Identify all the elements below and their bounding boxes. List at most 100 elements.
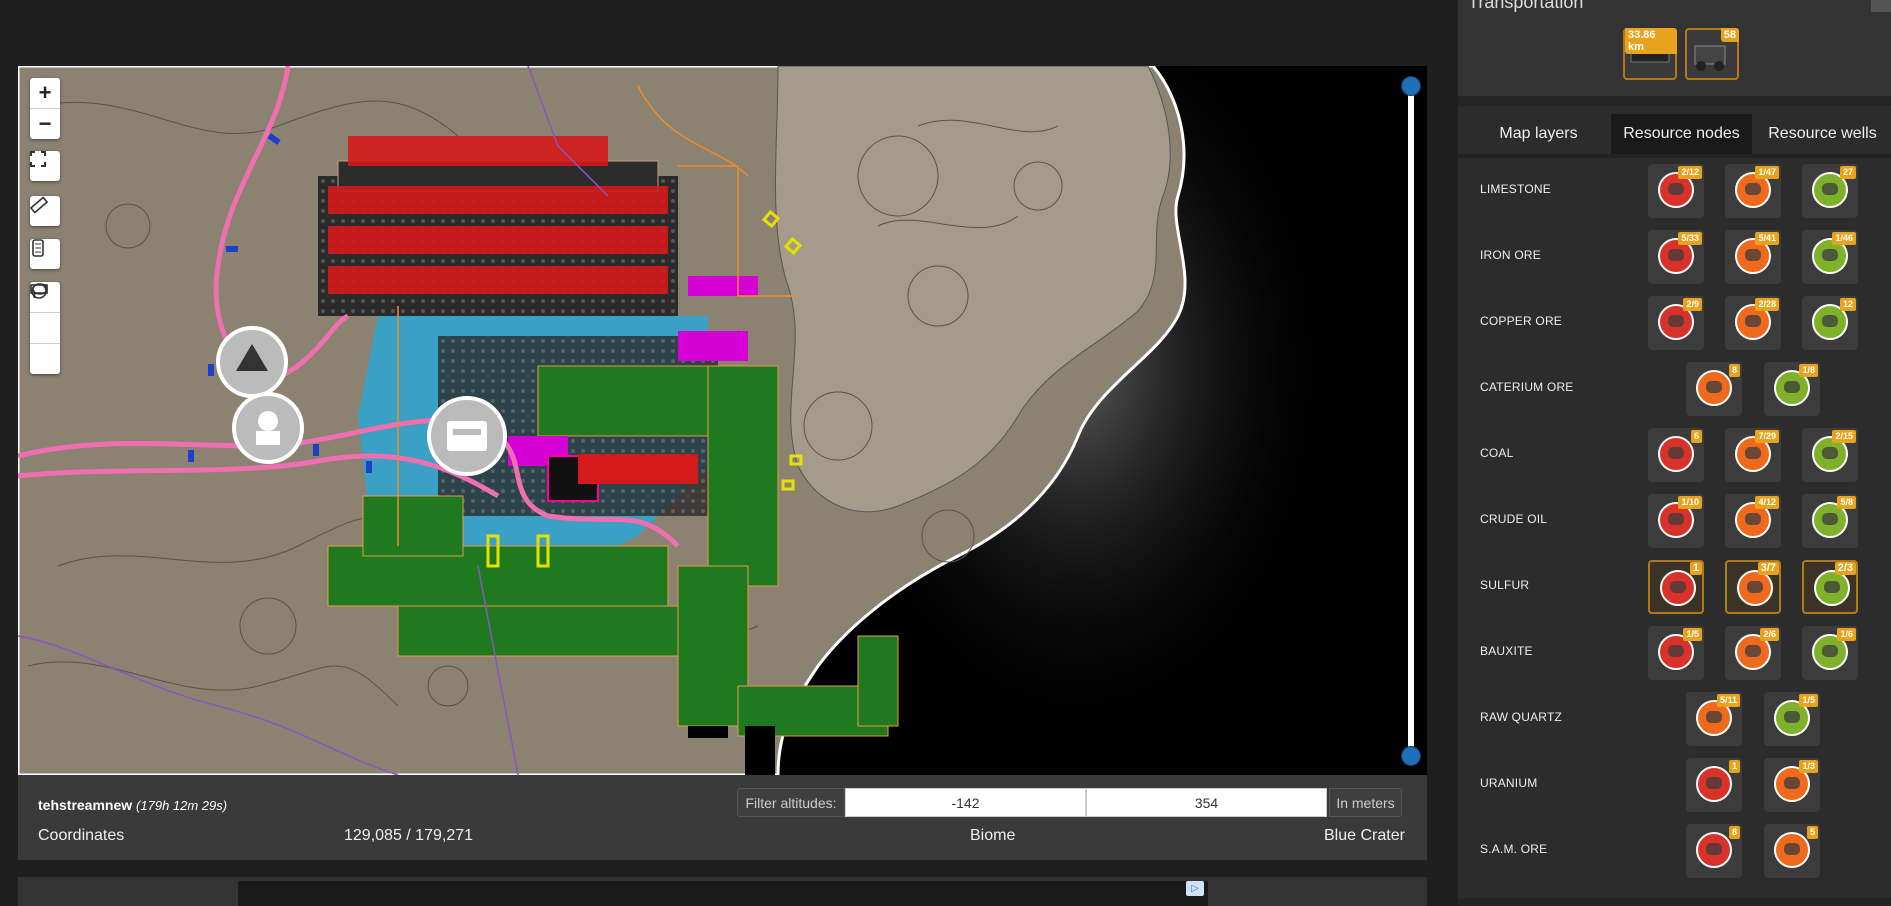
resource-node-toggle[interactable]: 6 bbox=[1648, 428, 1704, 482]
resource-node-toggle[interactable]: 1/47 bbox=[1725, 164, 1781, 218]
resource-node-toggle[interactable]: 27 bbox=[1802, 164, 1858, 218]
resource-node-toggle[interactable]: 8 bbox=[1686, 362, 1742, 416]
gear-icon[interactable] bbox=[1871, 0, 1891, 12]
vehicle-toggle[interactable]: 58 bbox=[1685, 28, 1739, 80]
ore-chunk-icon bbox=[1668, 447, 1684, 459]
node-count-badge: 1 bbox=[1728, 760, 1740, 773]
altitude-max-input[interactable] bbox=[1086, 788, 1327, 817]
node-count-badge: 3/7 bbox=[1757, 562, 1779, 575]
resource-node-toggle[interactable]: 1/5 bbox=[1764, 692, 1820, 746]
resource-row: COPPER ORE 2/9 2/28 12 bbox=[1458, 290, 1891, 356]
fullscreen-icon[interactable] bbox=[30, 151, 60, 181]
resource-node-toggle[interactable]: 2/12 bbox=[1648, 164, 1704, 218]
fullscreen-control bbox=[30, 151, 60, 181]
biome-value: Blue Crater bbox=[1324, 827, 1405, 844]
node-count-badge: 2/9 bbox=[1683, 298, 1702, 311]
resource-node-toggle[interactable]: 1/46 bbox=[1802, 230, 1858, 284]
circle-icon[interactable] bbox=[30, 283, 60, 374]
rectangle-icon[interactable] bbox=[30, 284, 60, 343]
zoom-out-button[interactable]: − bbox=[30, 108, 60, 139]
ore-chunk-icon bbox=[1668, 183, 1684, 195]
altitude-max-handle[interactable] bbox=[1401, 76, 1421, 96]
ore-icon bbox=[1696, 370, 1732, 406]
resource-row: SULFUR 1 3/7 2/3 bbox=[1458, 554, 1891, 620]
resource-node-toggle[interactable]: 2/28 bbox=[1725, 296, 1781, 350]
resource-node-toggle[interactable]: 7/29 bbox=[1725, 428, 1781, 482]
resource-node-toggle[interactable]: 3/7 bbox=[1725, 560, 1781, 614]
resource-row: CATERIUM ORE 8 1/8 bbox=[1458, 356, 1891, 422]
pioneer-marker[interactable] bbox=[232, 392, 304, 464]
belt-toggle[interactable]: 33.86 km bbox=[1623, 28, 1677, 80]
transportation-title: Transportation bbox=[1468, 0, 1584, 12]
resource-node-toggle[interactable]: 5/8 bbox=[1802, 494, 1858, 548]
altitude-slider[interactable] bbox=[1401, 76, 1421, 766]
ore-icon bbox=[1696, 766, 1732, 802]
node-count-badge: 7/29 bbox=[1755, 430, 1779, 443]
ad-banner: ▷ bbox=[18, 877, 1427, 906]
resource-node-toggle[interactable]: 2/3 bbox=[1802, 560, 1858, 614]
zoom-in-button[interactable]: + bbox=[30, 78, 60, 108]
resource-nodes-list: LIMESTONE 2/12 1/47 27 IRON ORE 5/33 5/41 1/46 C… bbox=[1458, 158, 1891, 898]
resource-node-toggle[interactable]: 4/12 bbox=[1725, 494, 1781, 548]
resource-node-toggle[interactable]: 2/9 bbox=[1648, 296, 1704, 350]
tab-resource-wells[interactable]: Resource wells bbox=[1754, 114, 1891, 154]
ad-image[interactable] bbox=[238, 881, 1208, 906]
resource-node-toggle[interactable]: 12 bbox=[1802, 296, 1858, 350]
ruler-icon[interactable] bbox=[30, 196, 60, 226]
resource-node-toggle[interactable]: 2/6 bbox=[1725, 626, 1781, 680]
resource-node-toggle[interactable]: 8 bbox=[1686, 824, 1742, 878]
node-count-badge: 1/5 bbox=[1683, 628, 1702, 641]
screenshot-control bbox=[30, 239, 60, 269]
resource-node-toggle[interactable]: 1/5 bbox=[1648, 626, 1704, 680]
tab-resource-nodes[interactable]: Resource nodes bbox=[1611, 114, 1752, 154]
resource-node-toggle[interactable]: 1/6 bbox=[1802, 626, 1858, 680]
node-count-badge: 1/10 bbox=[1678, 496, 1702, 509]
resource-node-toggle[interactable]: 5/41 bbox=[1725, 230, 1781, 284]
player-marker[interactable] bbox=[216, 326, 288, 398]
altitude-min-handle[interactable] bbox=[1401, 746, 1421, 766]
node-count-badge: 2/6 bbox=[1760, 628, 1779, 641]
zoom-control: + − bbox=[30, 78, 60, 139]
resource-node-toggle[interactable]: 1 bbox=[1686, 758, 1742, 812]
node-count-badge: 5 bbox=[1806, 826, 1818, 839]
resource-node-toggle[interactable]: 1/10 bbox=[1648, 494, 1704, 548]
tab-map-layers[interactable]: Map layers bbox=[1458, 114, 1619, 154]
ore-chunk-icon bbox=[1706, 777, 1722, 789]
ore-chunk-icon bbox=[1784, 843, 1800, 855]
ore-icon bbox=[1660, 570, 1696, 606]
device-icon[interactable] bbox=[30, 239, 60, 269]
altitude-min-input[interactable] bbox=[845, 788, 1086, 817]
ore-chunk-icon bbox=[1745, 447, 1761, 459]
transportation-panel: Transportation 33.86 km 58 bbox=[1458, 0, 1891, 96]
map-viewport[interactable]: + − bbox=[18, 66, 1427, 775]
altitude-slider-track[interactable] bbox=[1408, 86, 1414, 756]
resource-node-toggle[interactable]: 5 bbox=[1764, 824, 1820, 878]
resource-node-toggle[interactable]: 1 bbox=[1648, 560, 1704, 614]
resource-node-toggle[interactable]: 1/8 bbox=[1764, 362, 1820, 416]
resource-node-toggle[interactable]: 1/3 bbox=[1764, 758, 1820, 812]
ore-chunk-icon bbox=[1745, 249, 1761, 261]
node-count-badge: 2/3 bbox=[1834, 562, 1856, 575]
node-count-badge: 1/5 bbox=[1799, 694, 1818, 707]
resource-node-toggle[interactable]: 5/11 bbox=[1686, 692, 1742, 746]
node-count-badge: 1/46 bbox=[1832, 232, 1856, 245]
ore-chunk-icon bbox=[1822, 447, 1838, 459]
container-marker[interactable] bbox=[427, 396, 507, 476]
ore-chunk-icon bbox=[1745, 183, 1761, 195]
username-text: tehstreamnew bbox=[38, 797, 133, 813]
resource-node-toggle[interactable]: 5/33 bbox=[1648, 230, 1704, 284]
altitude-unit-label: In meters bbox=[1329, 788, 1402, 817]
ore-icon bbox=[1814, 570, 1850, 606]
coordinates-label: Coordinates bbox=[38, 827, 125, 844]
draw-control bbox=[30, 282, 60, 374]
ore-chunk-icon bbox=[1822, 315, 1838, 327]
resource-node-toggle[interactable]: 2/15 bbox=[1802, 428, 1858, 482]
node-count-badge: 5/33 bbox=[1678, 232, 1702, 245]
ore-icon bbox=[1658, 436, 1694, 472]
ad-choices-icon[interactable]: ▷ bbox=[1186, 881, 1204, 896]
map-canvas[interactable] bbox=[18, 66, 1427, 775]
node-count-badge: 2/28 bbox=[1755, 298, 1779, 311]
resource-name: IRON ORE bbox=[1480, 248, 1541, 262]
resource-name: CRUDE OIL bbox=[1480, 512, 1548, 526]
vehicle-count-badge: 58 bbox=[1720, 28, 1739, 42]
